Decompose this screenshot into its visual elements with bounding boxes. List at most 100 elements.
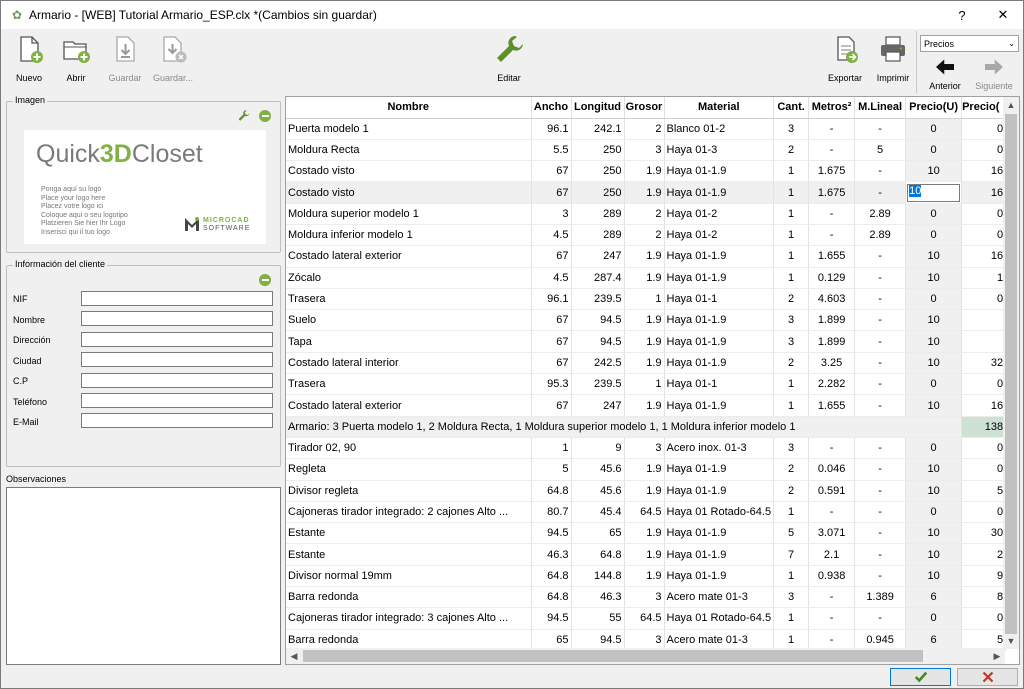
table-cell[interactable]: 3 xyxy=(624,437,665,460)
table-cell[interactable]: 45.6 xyxy=(571,480,625,502)
table-cell[interactable]: 3 xyxy=(773,118,810,140)
table-row[interactable]: Estante 94.5 65 1.9 Haya 01-1.9 5 3.071-10 30 xyxy=(286,522,1007,545)
open-button[interactable]: Abrir xyxy=(54,33,98,93)
table-row[interactable]: Costado lateral exterior 67 247 1.9 Haya 01-… xyxy=(286,394,1007,417)
table-cell[interactable]: - xyxy=(854,330,907,353)
table-row[interactable]: Tapa 67 94.5 1.9 Haya 01-1.9 3 1.899-10 xyxy=(286,330,1007,353)
table-row[interactable]: Costado visto 67 250 1.9 Haya 01-1.9 1 1.675-1… xyxy=(286,160,1007,183)
table-cell[interactable]: 45.6 xyxy=(571,458,625,481)
table-cell[interactable]: Divisor normal 19mm xyxy=(286,565,532,588)
price-edit-input[interactable]: 10 xyxy=(907,183,961,202)
table-cell[interactable]: 3 xyxy=(773,309,810,332)
table-cell[interactable]: 5 xyxy=(531,458,572,481)
table-cell[interactable]: 1.389 xyxy=(854,586,907,609)
table-cell[interactable]: Haya 01 Rotado-64.5 xyxy=(664,607,775,630)
table-row[interactable]: Tirador 02, 90 1 9 3 Acero inox. 01-3 3- -0 0 xyxy=(286,437,1007,460)
table-cell[interactable]: - xyxy=(808,501,856,524)
table-cell[interactable]: 242.1 xyxy=(571,118,625,140)
table-cell[interactable]: 0 xyxy=(905,224,963,247)
table-cell[interactable]: Regleta xyxy=(286,458,532,481)
table-cell[interactable]: Haya 01 Rotado-64.5 xyxy=(664,501,775,524)
table-cell[interactable]: 0 xyxy=(905,203,963,225)
table-cell[interactable]: Costado lateral interior xyxy=(286,352,532,375)
table-cell[interactable]: - xyxy=(854,394,907,417)
table-cell[interactable]: 16 xyxy=(961,160,1007,183)
table-cell[interactable]: 10 xyxy=(905,267,963,289)
table-cell[interactable]: 1.675 xyxy=(808,160,856,183)
col-header[interactable]: Cant. xyxy=(773,97,810,119)
col-header[interactable]: Longitud xyxy=(571,97,625,119)
table-cell[interactable]: 1.9 xyxy=(624,522,665,545)
table-cell[interactable]: 3 xyxy=(624,139,665,162)
table-cell[interactable]: 3 xyxy=(531,203,572,225)
previous-button[interactable]: Anterior xyxy=(923,55,967,93)
table-cell[interactable]: 67 xyxy=(531,394,572,417)
table-cell[interactable]: 2 xyxy=(624,118,665,140)
help-button[interactable]: ? xyxy=(942,1,982,29)
scroll-right-icon[interactable]: ▶ xyxy=(989,648,1005,664)
table-cell[interactable]: - xyxy=(854,309,907,332)
table-row[interactable]: Trasera 95.3 239.5 1 Haya 01-1 1 2.282-0 0 xyxy=(286,373,1007,396)
table-cell[interactable]: - xyxy=(808,118,856,140)
table-cell[interactable]: - xyxy=(854,181,907,204)
table-cell[interactable]: - xyxy=(854,437,907,460)
table-cell[interactable]: - xyxy=(854,245,907,268)
table-cell[interactable]: - xyxy=(854,480,907,502)
table-cell[interactable]: Haya 01-2 xyxy=(664,224,775,247)
table-cell[interactable]: Haya 01-1.9 xyxy=(664,522,775,545)
table-cell[interactable]: 0 xyxy=(961,118,1007,140)
vertical-scrollbar[interactable]: ▲ ▼ xyxy=(1003,97,1019,649)
remove-image-icon[interactable] xyxy=(259,110,271,122)
table-cell[interactable] xyxy=(961,330,1007,353)
table-cell[interactable]: 4.603 xyxy=(808,288,856,311)
table-cell[interactable]: 1.9 xyxy=(624,309,665,332)
table-row[interactable]: Divisor normal 19mm 64.8 144.8 1.9 Haya 01-1… xyxy=(286,565,1007,588)
table-cell[interactable]: 1 xyxy=(773,245,810,268)
table-cell[interactable]: 0 xyxy=(961,437,1007,460)
table-cell[interactable]: 64.5 xyxy=(624,607,665,630)
remove-client-icon[interactable] xyxy=(259,274,271,286)
name-field[interactable] xyxy=(81,311,273,326)
table-row[interactable]: Suelo 67 94.5 1.9 Haya 01-1.9 3 1.899-10 xyxy=(286,309,1007,332)
table-cell[interactable]: 0 xyxy=(905,437,963,460)
table-cell[interactable]: 242.5 xyxy=(571,352,625,375)
table-cell[interactable]: Acero mate 01-3 xyxy=(664,586,775,609)
table-cell[interactable]: 247 xyxy=(571,394,625,417)
table-cell[interactable]: 5 xyxy=(773,522,810,545)
table-cell[interactable]: Haya 01-1.9 xyxy=(664,543,775,566)
table-cell[interactable]: 0 xyxy=(905,501,963,524)
table-cell[interactable]: 289 xyxy=(571,224,625,247)
table-cell[interactable]: 0 xyxy=(961,607,1007,630)
table-cell[interactable]: 0 xyxy=(905,373,963,396)
table-cell[interactable]: Haya 01-1.9 xyxy=(664,160,775,183)
table-cell[interactable]: 2.89 xyxy=(854,203,907,225)
table-cell[interactable]: 64.8 xyxy=(531,480,572,502)
table-cell[interactable]: 1 xyxy=(531,437,572,460)
col-header[interactable]: Metros² xyxy=(808,97,856,119)
table-cell[interactable]: 10 xyxy=(905,522,963,545)
table-cell[interactable]: 1.9 xyxy=(624,394,665,417)
nif-field[interactable] xyxy=(81,291,273,306)
table-cell[interactable]: 10 xyxy=(905,181,963,204)
table-cell[interactable]: Blanco 01-2 xyxy=(664,118,775,140)
table-cell[interactable]: 10 xyxy=(905,458,963,481)
table-cell[interactable]: Tapa xyxy=(286,330,532,353)
table-cell[interactable]: 2 xyxy=(773,480,810,502)
table-cell[interactable]: 1 xyxy=(773,565,810,588)
table-cell[interactable]: Moldura superior modelo 1 xyxy=(286,203,532,225)
table-cell[interactable]: 3 xyxy=(773,330,810,353)
phone-field[interactable] xyxy=(81,393,273,408)
table-cell[interactable]: 95.3 xyxy=(531,373,572,396)
table-cell[interactable]: Moldura Recta xyxy=(286,139,532,162)
table-cell[interactable]: 4.5 xyxy=(531,267,572,289)
table-cell[interactable]: 10 xyxy=(905,160,963,183)
table-cell[interactable]: Haya 01-1.9 xyxy=(664,181,775,204)
table-cell[interactable]: 1 xyxy=(773,181,810,204)
table-cell[interactable]: - xyxy=(854,607,907,630)
table-cell[interactable]: 1 xyxy=(624,288,665,311)
table-cell[interactable]: Haya 01-1.9 xyxy=(664,330,775,353)
table-row[interactable]: Costado lateral exterior 67 247 1.9 Haya 01-… xyxy=(286,245,1007,268)
table-cell[interactable]: 10 xyxy=(905,330,963,353)
table-cell[interactable]: 2.1 xyxy=(808,543,856,566)
table-cell[interactable]: 10 xyxy=(905,480,963,502)
